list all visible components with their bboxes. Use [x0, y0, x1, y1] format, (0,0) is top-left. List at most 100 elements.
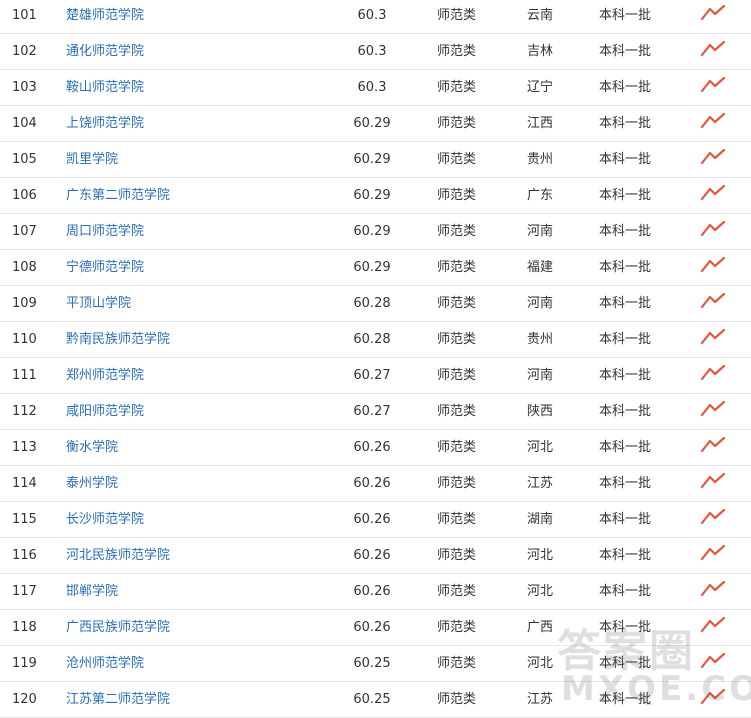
score-cell: 60.29	[353, 116, 391, 131]
table-row: 120 江苏第二师范学院 60.25 师范类 江苏 本科一批	[0, 682, 751, 718]
trend-line-icon[interactable]	[700, 148, 726, 166]
rank-cell: 103	[12, 80, 37, 95]
score-cell: 60.26	[353, 548, 391, 563]
school-name-link[interactable]: 平顶山学院	[66, 286, 131, 321]
score-cell: 60.29	[353, 260, 391, 275]
score-cell: 60.3	[357, 44, 387, 59]
type-cell: 师范类	[437, 584, 477, 599]
trend-line-icon[interactable]	[700, 76, 726, 94]
school-name-link[interactable]: 长沙师范学院	[66, 502, 144, 537]
trend-line-icon[interactable]	[700, 40, 726, 58]
score-cell: 60.26	[353, 512, 391, 527]
table-row: 107 周口师范学院 60.29 师范类 河南 本科一批	[0, 214, 751, 250]
table-row: 103 鞍山师范学院 60.3 师范类 辽宁 本科一批	[0, 70, 751, 106]
batch-cell: 本科一批	[599, 296, 652, 311]
trend-line-icon[interactable]	[700, 616, 726, 634]
batch-cell: 本科一批	[599, 188, 652, 203]
rank-cell: 115	[12, 512, 37, 527]
school-name-link[interactable]: 楚雄师范学院	[66, 0, 144, 33]
province-cell: 贵州	[527, 152, 554, 167]
rank-cell: 101	[12, 8, 37, 23]
type-cell: 师范类	[437, 296, 477, 311]
trend-line-icon[interactable]	[700, 292, 726, 310]
school-name-link[interactable]: 广西民族师范学院	[66, 610, 170, 645]
batch-cell: 本科一批	[599, 620, 652, 635]
rank-cell: 107	[12, 224, 37, 239]
batch-cell: 本科一批	[599, 656, 652, 671]
table-row: 104 上饶师范学院 60.29 师范类 江西 本科一批	[0, 106, 751, 142]
trend-line-icon[interactable]	[700, 400, 726, 418]
rank-cell: 105	[12, 152, 37, 167]
province-cell: 江苏	[527, 476, 554, 491]
trend-line-icon[interactable]	[700, 472, 726, 490]
province-cell: 云南	[527, 8, 554, 23]
table-row: 109 平顶山学院 60.28 师范类 河南 本科一批	[0, 286, 751, 322]
province-cell: 湖南	[527, 512, 554, 527]
rank-cell: 113	[12, 440, 37, 455]
province-cell: 河南	[527, 224, 554, 239]
rank-cell: 119	[12, 656, 37, 671]
province-cell: 河南	[527, 296, 554, 311]
school-name-link[interactable]: 广东第二师范学院	[66, 178, 170, 213]
type-cell: 师范类	[437, 260, 477, 275]
score-cell: 60.26	[353, 440, 391, 455]
school-name-link[interactable]: 周口师范学院	[66, 214, 144, 249]
rank-cell: 109	[12, 296, 37, 311]
table-row: 102 通化师范学院 60.3 师范类 吉林 本科一批	[0, 34, 751, 70]
table-row: 117 邯郸学院 60.26 师范类 河北 本科一批	[0, 574, 751, 610]
trend-line-icon[interactable]	[700, 508, 726, 526]
school-name-link[interactable]: 邯郸学院	[66, 574, 118, 609]
trend-line-icon[interactable]	[700, 688, 726, 706]
trend-line-icon[interactable]	[700, 328, 726, 346]
table-row: 114 泰州学院 60.26 师范类 江苏 本科一批	[0, 466, 751, 502]
school-name-link[interactable]: 通化师范学院	[66, 34, 144, 69]
school-name-link[interactable]: 咸阳师范学院	[66, 394, 144, 429]
school-name-link[interactable]: 上饶师范学院	[66, 106, 144, 141]
school-name-link[interactable]: 郑州师范学院	[66, 358, 144, 393]
trend-line-icon[interactable]	[700, 436, 726, 454]
trend-line-icon[interactable]	[700, 580, 726, 598]
province-cell: 河北	[527, 584, 554, 599]
batch-cell: 本科一批	[599, 260, 652, 275]
score-cell: 60.25	[353, 656, 391, 671]
score-cell: 60.27	[353, 368, 391, 383]
school-name-link[interactable]: 沧州师范学院	[66, 646, 144, 681]
school-name-link[interactable]: 河北民族师范学院	[66, 538, 170, 573]
type-cell: 师范类	[437, 224, 477, 239]
table-row: 115 长沙师范学院 60.26 师范类 湖南 本科一批	[0, 502, 751, 538]
batch-cell: 本科一批	[599, 116, 652, 131]
table-row: 101 楚雄师范学院 60.3 师范类 云南 本科一批	[0, 0, 751, 34]
score-cell: 60.25	[353, 692, 391, 707]
score-cell: 60.29	[353, 152, 391, 167]
trend-line-icon[interactable]	[700, 112, 726, 130]
batch-cell: 本科一批	[599, 512, 652, 527]
school-name-link[interactable]: 江苏第二师范学院	[66, 682, 170, 717]
rank-cell: 104	[12, 116, 37, 131]
rank-cell: 114	[12, 476, 37, 491]
school-name-link[interactable]: 泰州学院	[66, 466, 118, 501]
school-name-link[interactable]: 鞍山师范学院	[66, 70, 144, 105]
trend-line-icon[interactable]	[700, 4, 726, 22]
trend-line-icon[interactable]	[700, 364, 726, 382]
batch-cell: 本科一批	[599, 152, 652, 167]
trend-line-icon[interactable]	[700, 184, 726, 202]
school-name-link[interactable]: 衡水学院	[66, 430, 118, 465]
batch-cell: 本科一批	[599, 368, 652, 383]
score-cell: 60.29	[353, 188, 391, 203]
trend-line-icon[interactable]	[700, 256, 726, 274]
type-cell: 师范类	[437, 44, 477, 59]
score-cell: 60.29	[353, 224, 391, 239]
school-name-link[interactable]: 黔南民族师范学院	[66, 322, 170, 357]
batch-cell: 本科一批	[599, 44, 652, 59]
school-name-link[interactable]: 宁德师范学院	[66, 250, 144, 285]
school-name-link[interactable]: 凯里学院	[66, 142, 118, 177]
batch-cell: 本科一批	[599, 584, 652, 599]
province-cell: 广东	[527, 188, 554, 203]
trend-line-icon[interactable]	[700, 220, 726, 238]
rank-cell: 108	[12, 260, 37, 275]
rank-cell: 116	[12, 548, 37, 563]
trend-line-icon[interactable]	[700, 652, 726, 670]
batch-cell: 本科一批	[599, 224, 652, 239]
trend-line-icon[interactable]	[700, 544, 726, 562]
table-row: 113 衡水学院 60.26 师范类 河北 本科一批	[0, 430, 751, 466]
